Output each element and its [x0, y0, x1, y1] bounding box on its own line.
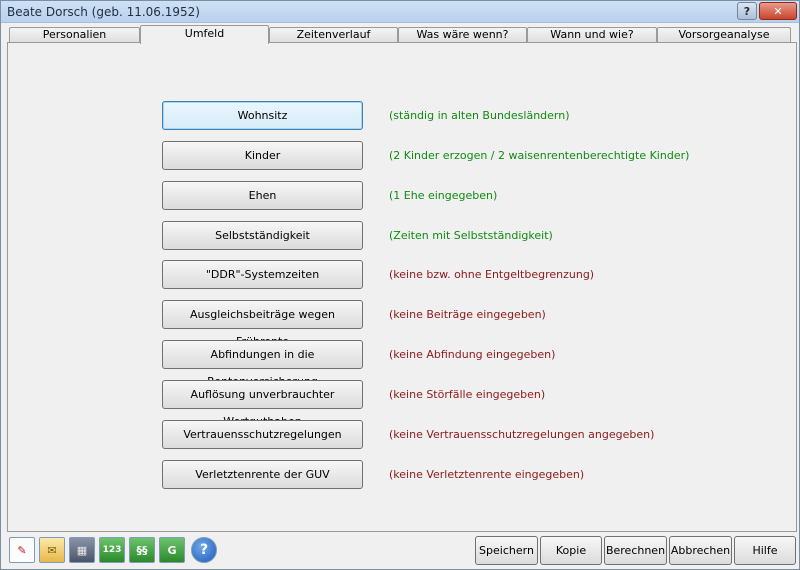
- document-edit-icon[interactable]: ✎: [9, 537, 35, 563]
- numbering-123-icon[interactable]: 123: [99, 537, 125, 563]
- close-icon: ✕: [773, 4, 783, 18]
- row-ausgleichsbeitraege: Ausgleichsbeiträge wegen Frührente (kein…: [8, 300, 798, 348]
- calculator-icon[interactable]: ▦: [69, 537, 95, 563]
- row-abfindungen: Abfindungen in die Rentenversicherung (k…: [8, 340, 798, 388]
- vertrauensschutz-status: (keine Vertrauensschutzregelungen angege…: [389, 428, 655, 441]
- row-verletztenrente: Verletztenrente der GUV (keine Verletzte…: [8, 460, 798, 490]
- window-title: Beate Dorsch (geb. 11.06.1952): [7, 5, 200, 19]
- umfeld-panel: Wohnsitz (ständig in alten Bundesländern…: [7, 42, 797, 532]
- ddr-systemzeiten-button[interactable]: "DDR"-Systemzeiten: [162, 260, 363, 289]
- paragraph-law-icon[interactable]: §§: [129, 537, 155, 563]
- ehen-status: (1 Ehe eingegeben): [389, 189, 498, 202]
- row-wohnsitz: Wohnsitz (ständig in alten Bundesländern…: [8, 101, 798, 131]
- abfindungen-status: (keine Abfindung eingegeben): [389, 348, 556, 361]
- wohnsitz-status: (ständig in alten Bundesländern): [389, 109, 570, 122]
- tab-zeitenverlauf[interactable]: Zeitenverlauf: [269, 27, 398, 43]
- abfindungen-button[interactable]: Abfindungen in die Rentenversicherung: [162, 340, 363, 388]
- ehen-button[interactable]: Ehen: [162, 181, 363, 210]
- selbststaendigkeit-button[interactable]: Selbstständigkeit: [162, 221, 363, 250]
- ausgleichsbeitraege-button[interactable]: Ausgleichsbeiträge wegen Frührente: [162, 300, 363, 348]
- wertguthaben-button[interactable]: Auflösung unverbrauchter Wertguthaben: [162, 380, 363, 428]
- title-bar: Beate Dorsch (geb. 11.06.1952) ? ✕: [1, 1, 799, 23]
- row-vertrauensschutz: Vertrauensschutzregelungen (keine Vertra…: [8, 420, 798, 450]
- cancel-button[interactable]: Abbrechen: [669, 536, 732, 565]
- mail-envelope-icon[interactable]: ✉: [39, 537, 65, 563]
- ddr-systemzeiten-status: (keine bzw. ohne Entgeltbegrenzung): [389, 268, 595, 281]
- verletztenrente-status: (keine Verletztenrente eingegeben): [389, 468, 585, 481]
- help-question-icon[interactable]: ?: [191, 537, 217, 563]
- application-window: Beate Dorsch (geb. 11.06.1952) ? ✕ Perso…: [0, 0, 800, 570]
- row-ddr-systemzeiten: "DDR"-Systemzeiten (keine bzw. ohne Entg…: [8, 260, 798, 290]
- row-selbststaendigkeit: Selbstständigkeit (Zeiten mit Selbststän…: [8, 221, 798, 251]
- verletztenrente-button[interactable]: Verletztenrente der GUV: [162, 460, 363, 489]
- letter-g-icon[interactable]: G: [159, 537, 185, 563]
- row-wertguthaben: Auflösung unverbrauchter Wertguthaben (k…: [8, 380, 798, 428]
- wohnsitz-button[interactable]: Wohnsitz: [162, 101, 363, 130]
- save-button[interactable]: Speichern: [475, 536, 538, 565]
- row-kinder: Kinder (2 Kinder erzogen / 2 waisenrente…: [8, 141, 798, 171]
- wertguthaben-status: (keine Störfälle eingegeben): [389, 388, 546, 401]
- tab-umfeld[interactable]: Umfeld: [140, 25, 269, 44]
- selbststaendigkeit-status: (Zeiten mit Selbstständigkeit): [389, 229, 553, 242]
- tab-personalien[interactable]: Personalien: [9, 27, 140, 43]
- row-ehen: Ehen (1 Ehe eingegeben): [8, 181, 798, 211]
- tab-was-waere-wenn[interactable]: Was wäre wenn?: [398, 27, 527, 43]
- vertrauensschutz-button[interactable]: Vertrauensschutzregelungen: [162, 420, 363, 449]
- tab-strip: Personalien Umfeld Zeitenverlauf Was wär…: [7, 25, 797, 44]
- copy-button[interactable]: Kopie: [540, 536, 602, 565]
- help-button[interactable]: Hilfe: [734, 536, 796, 565]
- ausgleichsbeitraege-status: (keine Beiträge eingegeben): [389, 308, 546, 321]
- kinder-status: (2 Kinder erzogen / 2 waisenrentenberech…: [389, 149, 690, 162]
- kinder-button[interactable]: Kinder: [162, 141, 363, 170]
- bottom-toolbar: ✎ ✉ ▦ 123 §§ G ? Speichern Kopie Berechn…: [1, 533, 799, 569]
- calculate-button[interactable]: Berechnen: [604, 536, 667, 565]
- tab-wann-und-wie[interactable]: Wann und wie?: [527, 27, 657, 43]
- title-help-button[interactable]: ?: [737, 2, 757, 20]
- close-button[interactable]: ✕: [759, 2, 797, 20]
- question-icon: ?: [743, 4, 751, 18]
- tab-vorsorgeanalyse[interactable]: Vorsorgeanalyse: [657, 27, 791, 43]
